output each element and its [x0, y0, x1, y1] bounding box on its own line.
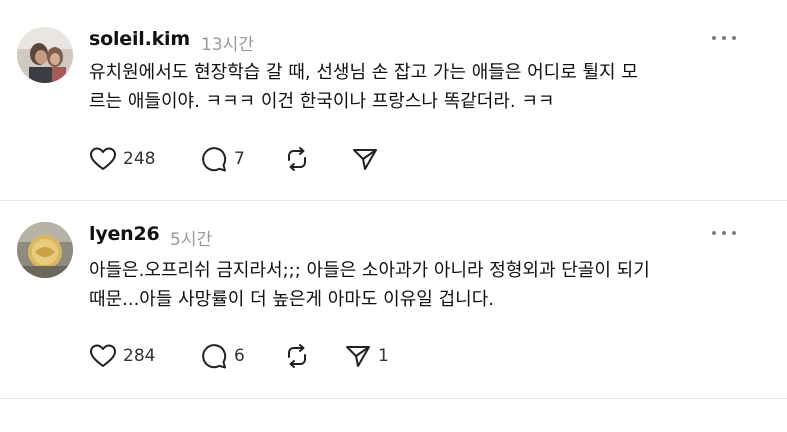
- repost-icon: [288, 147, 306, 171]
- post-time: 13시간: [201, 35, 254, 55]
- share-icon: [346, 346, 370, 367]
- avatar[interactable]: [17, 27, 73, 83]
- heart-icon: [90, 344, 116, 367]
- post-body: 유치원에서도 현장학습 갈 때, 선생님 손 잡고 가는 애들은 어디로 튈지 …: [89, 58, 739, 116]
- post-text-line: 때문...아들 사망률이 더 높은게 아마도 이유일 겁니다.: [89, 289, 494, 310]
- post-body: 아들은.오프리쉬 금지라서;;; 아들은 소아과가 아니라 정형외과 단골이 되…: [89, 256, 739, 314]
- avatar-photo: [17, 222, 73, 278]
- avatar-photo: [17, 27, 73, 83]
- action-bar: 284 6 1: [89, 340, 489, 372]
- like-button[interactable]: 284: [89, 340, 155, 372]
- share-button[interactable]: 1: [344, 340, 389, 372]
- comment-icon: [202, 344, 227, 369]
- repost-icon: [288, 344, 306, 368]
- action-bar: 248 7: [89, 143, 489, 175]
- comment-icon: [202, 147, 227, 172]
- like-count: 248: [123, 149, 156, 169]
- more-icon[interactable]: [710, 226, 738, 240]
- post-text-line: 아들은.오프리쉬 금지라서;;; 아들은 소아과가 아니라 정형외과 단골이 되…: [89, 260, 650, 281]
- share-icon: [353, 149, 377, 170]
- post-time: 5시간: [170, 230, 213, 250]
- comment-count: 6: [234, 346, 245, 366]
- comment-button[interactable]: 6: [200, 340, 245, 372]
- comment-count: 7: [234, 149, 245, 169]
- heart-icon: [90, 147, 116, 170]
- post-divider: [0, 200, 787, 201]
- post-divider: [0, 398, 787, 399]
- post-text-line: 유치원에서도 현장학습 갈 때, 선생님 손 잡고 가는 애들은 어디로 튈지 …: [89, 62, 638, 83]
- username[interactable]: lyen26: [89, 223, 160, 245]
- like-count: 284: [123, 346, 156, 366]
- avatar[interactable]: [17, 222, 73, 278]
- username[interactable]: soleil.kim: [89, 28, 190, 50]
- repost-button[interactable]: [283, 340, 311, 372]
- share-count: 1: [378, 346, 389, 366]
- share-button[interactable]: [351, 143, 379, 175]
- more-icon[interactable]: [710, 31, 738, 45]
- like-button[interactable]: 248: [89, 143, 155, 175]
- post-text-line: 르는 애들이야. ㅋㅋㅋ 이건 한국이나 프랑스나 똑같더라. ㅋㅋ: [89, 91, 555, 112]
- repost-button[interactable]: [283, 143, 311, 175]
- comment-button[interactable]: 7: [200, 143, 245, 175]
